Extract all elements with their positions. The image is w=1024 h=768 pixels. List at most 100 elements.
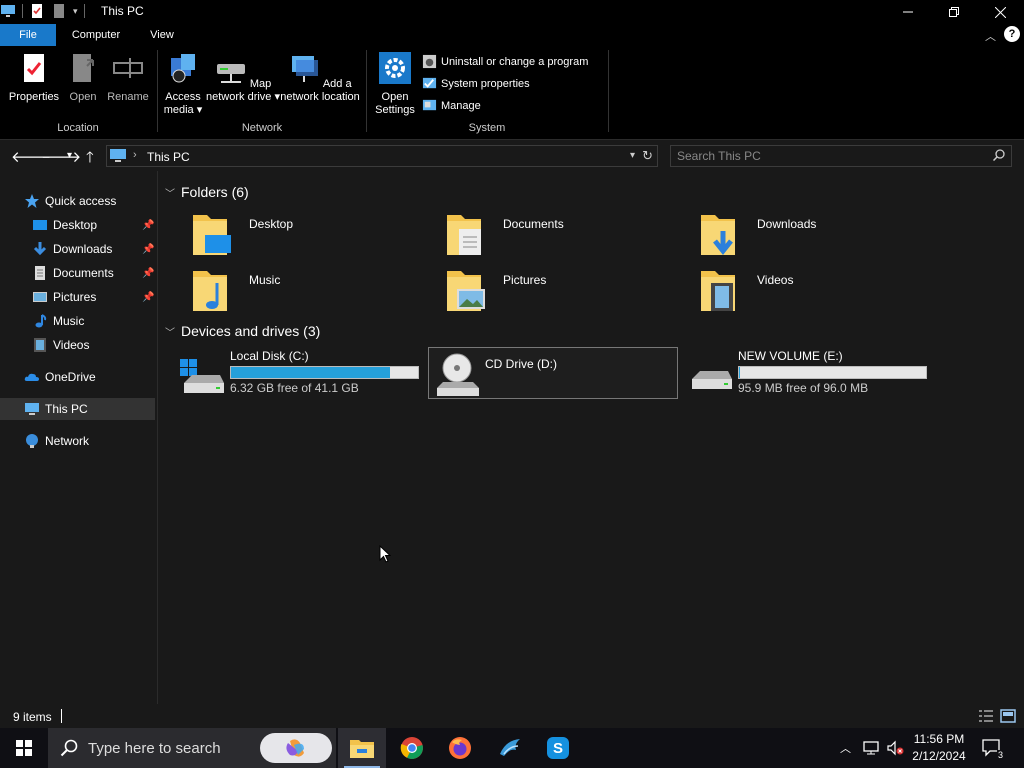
copilot-button[interactable] — [260, 733, 332, 763]
chevron-down-icon: ﹀ — [165, 327, 175, 339]
up-arrow-icon[interactable]: 🡑 — [86, 147, 94, 172]
taskbar-firefox[interactable] — [436, 728, 484, 768]
nav-this-pc[interactable]: This PC — [0, 398, 155, 420]
address-dropdown-icon[interactable]: ▾ — [630, 150, 635, 161]
properties-label: Properties — [8, 91, 60, 103]
search-input[interactable] — [677, 148, 977, 164]
search-icon — [60, 739, 78, 757]
minimize-icon — [903, 11, 913, 13]
system-group-label: System — [468, 122, 506, 134]
network-group-label: Network — [241, 122, 283, 134]
notification-center-button[interactable]: 3 — [982, 739, 1004, 760]
taskbar: Type here to search S ︿ 11:56 PM 2/12/20… — [0, 728, 1024, 768]
nav-network[interactable]: Network — [24, 430, 154, 452]
search-box[interactable] — [670, 145, 1012, 167]
system-clock[interactable]: 11:56 PM 2/12/2024 — [906, 731, 972, 765]
nav-label: Quick access — [45, 194, 117, 208]
volume-muted-icon[interactable] — [886, 740, 904, 756]
desktop-folder-icon — [193, 215, 231, 255]
chrome-icon — [400, 737, 423, 759]
nav-pictures[interactable]: Pictures 📌 — [32, 286, 154, 308]
this-pc-window-icon[interactable] — [0, 3, 16, 19]
nav-documents[interactable]: Documents 📌 — [32, 262, 154, 284]
nav-label: OneDrive — [45, 370, 96, 384]
folders-section-header[interactable]: ﹀ Folders (6) — [165, 184, 249, 200]
large-icons-view-icon[interactable] — [1000, 709, 1016, 723]
help-icon[interactable]: ? — [1004, 26, 1020, 42]
tab-file[interactable]: File — [0, 24, 56, 46]
taskbar-app-blue[interactable] — [486, 728, 534, 768]
folder-pictures[interactable]: Pictures — [431, 267, 671, 317]
music-folder-icon — [193, 271, 227, 311]
this-pc-icon — [110, 149, 126, 162]
computer-icon — [25, 403, 39, 415]
notification-count: 3 — [996, 750, 1004, 760]
folder-name: Desktop — [249, 217, 294, 231]
folder-videos[interactable]: Videos — [685, 267, 925, 317]
open-settings-label: Open Settings — [375, 91, 415, 116]
breadcrumb[interactable]: This PC — [147, 150, 190, 164]
system-properties-button[interactable]: System properties — [422, 76, 530, 91]
taskbar-skype[interactable]: S — [534, 728, 582, 768]
drive-e[interactable]: NEW VOLUME (E:) 95.9 MB free of 96.0 MB — [688, 347, 938, 399]
folder-name: Music — [249, 273, 281, 287]
nav-onedrive[interactable]: OneDrive — [24, 366, 154, 388]
tab-view[interactable]: View — [140, 24, 184, 46]
status-bar: 9 items — [0, 704, 1024, 728]
close-button[interactable] — [977, 0, 1023, 24]
drive-d[interactable]: CD Drive (D:) — [428, 347, 678, 399]
access-media-icon — [171, 54, 195, 83]
nav-music[interactable]: Music — [32, 310, 154, 332]
network-icon — [26, 434, 38, 448]
nav-downloads[interactable]: Downloads 📌 — [32, 238, 154, 260]
details-view-icon[interactable] — [978, 709, 994, 723]
start-button[interactable] — [0, 728, 48, 768]
open-button[interactable]: Open — [64, 50, 102, 104]
drives-section-header[interactable]: ﹀ Devices and drives (3) — [165, 323, 320, 339]
drive-c[interactable]: Local Disk (C:) 6.32 GB free of 41.1 GB — [180, 347, 430, 399]
add-network-location-button[interactable]: Add a network location — [280, 50, 360, 104]
new-folder-qat-icon[interactable] — [51, 3, 67, 19]
videos-folder-icon — [701, 271, 735, 311]
network-status-icon[interactable] — [862, 740, 880, 756]
copilot-icon — [286, 739, 304, 757]
drive-name: NEW VOLUME (E:) — [738, 349, 843, 363]
manage-button[interactable]: Manage — [422, 98, 481, 113]
recent-locations-icon[interactable]: ▾ — [67, 150, 72, 161]
nav-desktop[interactable]: Desktop 📌 — [32, 214, 154, 236]
minimize-button[interactable] — [885, 0, 931, 24]
chevron-down-icon: ▾ — [271, 91, 280, 103]
shark-app-icon — [500, 739, 520, 756]
breadcrumb-chevron-icon: › — [133, 149, 137, 161]
forward-arrow-icon[interactable]: 🡒 — [41, 147, 81, 166]
customize-qat-icon[interactable]: ▾ — [73, 6, 78, 17]
map-network-drive-button[interactable]: Map network drive ▾ — [206, 50, 280, 104]
show-hidden-icons-icon[interactable]: ︿ — [840, 740, 851, 756]
system-properties-label: System properties — [441, 77, 530, 90]
nav-quick-access[interactable]: Quick access — [24, 190, 154, 212]
taskbar-search-placeholder: Type here to search — [88, 740, 221, 757]
open-settings-button[interactable]: Open Settings — [370, 50, 420, 117]
properties-button[interactable]: Properties — [6, 50, 62, 104]
tab-computer[interactable]: Computer — [60, 24, 132, 46]
folder-documents[interactable]: Documents — [431, 211, 671, 261]
address-bar[interactable]: › This PC ▾ ↻ — [106, 145, 658, 167]
refresh-icon[interactable]: ↻ — [642, 148, 653, 164]
clock-time: 11:56 PM — [913, 732, 965, 746]
minimize-ribbon-icon[interactable]: ︿ — [985, 28, 996, 44]
properties-qat-icon[interactable] — [29, 3, 45, 19]
taskbar-file-explorer[interactable] — [338, 728, 386, 768]
folder-downloads[interactable]: Downloads — [685, 211, 925, 261]
folder-desktop[interactable]: Desktop — [177, 211, 417, 261]
uninstall-program-button[interactable]: Uninstall or change a program — [422, 54, 588, 69]
location-group-label: Location — [57, 122, 99, 134]
restore-button[interactable] — [931, 0, 977, 24]
document-icon — [35, 266, 45, 280]
cloud-icon — [24, 373, 39, 381]
folder-name: Downloads — [757, 217, 817, 231]
folder-music[interactable]: Music — [177, 267, 417, 317]
nav-videos[interactable]: Videos — [32, 334, 154, 356]
access-media-button[interactable]: Access media ▾ — [160, 50, 206, 117]
taskbar-chrome[interactable] — [388, 728, 436, 768]
rename-button[interactable]: Rename — [104, 50, 152, 104]
